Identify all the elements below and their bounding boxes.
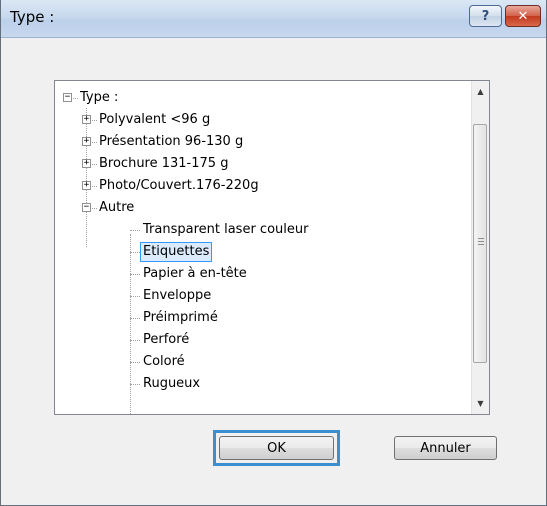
- tree-item-label: Brochure 131-175 g: [99, 156, 229, 171]
- tree-item-label: Autre: [99, 200, 135, 215]
- tree-item-label: Polyvalent <96 g: [99, 112, 211, 127]
- collapse-icon[interactable]: −: [82, 203, 91, 212]
- chevron-down-icon: ▼: [477, 399, 484, 408]
- tree-connector: [73, 98, 78, 99]
- dialog-window: Type : ? ✕ − Type : + Polyvalent <96 g +…: [0, 0, 547, 506]
- help-icon: ?: [481, 8, 490, 24]
- paper-type-tree[interactable]: − Type : + Polyvalent <96 g + Présentati…: [54, 80, 490, 415]
- tree-connector: [130, 296, 140, 297]
- tree-connector: [92, 164, 97, 165]
- tree-connector: [92, 186, 97, 187]
- close-icon: ✕: [517, 8, 529, 24]
- tree-connector: [130, 318, 140, 319]
- tree-connector: [130, 230, 140, 231]
- tree-item-label: Photo/Couvert.176-220g: [99, 178, 259, 193]
- expand-icon[interactable]: +: [82, 137, 91, 146]
- collapse-icon[interactable]: −: [63, 93, 72, 102]
- window-title: Type :: [10, 8, 55, 26]
- tree-connector: [130, 274, 140, 275]
- tree-connector: [130, 252, 140, 253]
- vertical-scrollbar[interactable]: ▲ ▼: [471, 81, 489, 414]
- grip-line: [478, 238, 484, 239]
- tree-item-label: Préimprimé: [143, 310, 218, 325]
- help-button[interactable]: ?: [469, 5, 502, 27]
- ok-button[interactable]: OK: [219, 436, 334, 460]
- expand-icon[interactable]: +: [82, 159, 91, 168]
- dialog-body: − Type : + Polyvalent <96 g + Présentati…: [1, 38, 546, 505]
- tree-item-label: Rugueux: [143, 376, 201, 391]
- tree-line-root: [86, 108, 87, 247]
- close-button[interactable]: ✕: [505, 5, 541, 27]
- expand-icon[interactable]: +: [82, 115, 91, 124]
- chevron-up-icon: ▲: [477, 87, 484, 96]
- tree-item-label: Coloré: [143, 354, 185, 369]
- tree-item-label: Papier à en-tête: [143, 266, 247, 281]
- tree-connector: [92, 120, 97, 121]
- tree-item-label: Type :: [80, 90, 119, 105]
- tree-connector: [130, 340, 140, 341]
- tree-connector: [92, 208, 97, 209]
- tree-connector: [92, 142, 97, 143]
- grip-line: [478, 244, 484, 245]
- tree-connector: [130, 362, 140, 363]
- scroll-up-button[interactable]: ▲: [472, 83, 489, 100]
- tree-item-label: Perforé: [143, 332, 190, 347]
- selected-tree-item[interactable]: Etiquettes: [140, 242, 213, 262]
- scrollbar-thumb[interactable]: [473, 124, 487, 363]
- tree-item-label: Transparent laser couleur: [143, 222, 309, 237]
- title-bar[interactable]: Type : ? ✕: [1, 0, 546, 38]
- expand-icon[interactable]: +: [82, 181, 91, 190]
- ok-button-label: OK: [267, 440, 286, 456]
- tree-connector: [130, 384, 140, 385]
- scroll-down-button[interactable]: ▼: [472, 395, 489, 412]
- cancel-button-label: Annuler: [420, 440, 471, 456]
- tree-item-label: Présentation 96-130 g: [99, 134, 244, 149]
- tree-item-label: Enveloppe: [143, 288, 212, 303]
- tree-line-autre: [130, 234, 131, 414]
- grip-line: [478, 241, 484, 242]
- cancel-button[interactable]: Annuler: [394, 436, 497, 460]
